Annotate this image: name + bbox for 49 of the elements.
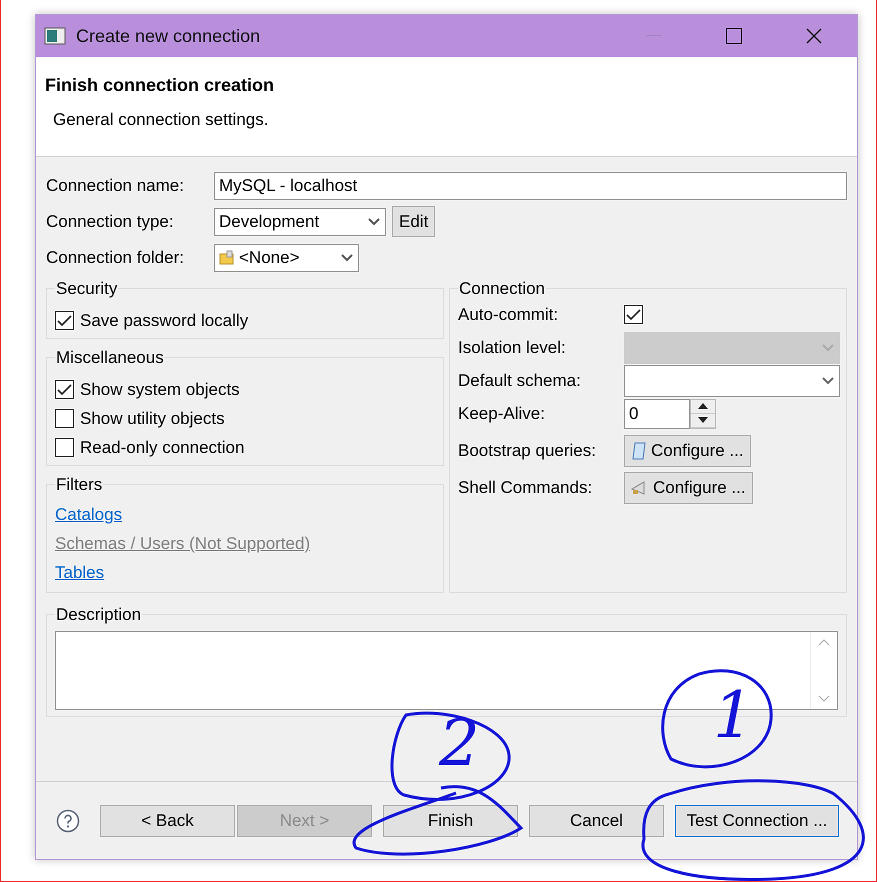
folder-icon [219, 250, 235, 266]
dialog-button[interactable]: Test Connection ... [675, 804, 839, 836]
configure-button[interactable]: Configure ... [624, 472, 753, 504]
close-icon [806, 28, 822, 44]
field-label: Connection folder: [46, 248, 185, 268]
configure-button[interactable]: Configure ... [624, 434, 751, 466]
field-label: Shell Commands: [458, 478, 594, 498]
checkbox-label: Save password locally [80, 310, 248, 330]
dialog-button[interactable]: < Back [100, 804, 235, 836]
filter-link[interactable]: Catalogs [55, 505, 122, 528]
field-label: Auto-commit: [458, 304, 560, 324]
annotation-number: 1 [713, 684, 754, 748]
dialog-button[interactable]: Cancel [529, 804, 664, 836]
filter-link[interactable]: Tables [55, 563, 104, 586]
dialog-button[interactable]: Finish [383, 804, 518, 836]
checkmark-icon [57, 384, 72, 396]
maximize-icon [726, 28, 742, 44]
window-title: Create new connection [76, 26, 262, 46]
checkbox[interactable] [55, 311, 74, 330]
down-arrow-icon [698, 417, 708, 423]
field-label: Bootstrap queries: [458, 440, 597, 460]
checkbox-label: Read-only connection [80, 438, 244, 458]
field-label: Default schema: [458, 370, 582, 390]
connection-name-field[interactable]: MySQL - localhost [214, 172, 847, 200]
checkbox-label: Show system objects [80, 380, 240, 400]
checkbox[interactable] [55, 438, 74, 457]
field-label: Keep-Alive: [458, 404, 546, 424]
checkmark-icon [626, 308, 641, 320]
checkbox[interactable] [55, 409, 74, 428]
up-arrow-icon [698, 403, 708, 409]
checkbox-label: Show utility objects [80, 408, 225, 428]
checkbox[interactable] [55, 380, 74, 399]
dropdown-field[interactable] [624, 364, 840, 396]
keep-alive-field[interactable]: 0 [624, 398, 690, 428]
field-label: Connection type: [46, 212, 175, 232]
folder-select[interactable]: <None> [214, 244, 359, 272]
page-title: Finish connection creation [45, 75, 276, 96]
page-subtitle: General connection settings. [52, 110, 270, 130]
connection-type-select[interactable]: Development [214, 208, 386, 236]
checkmark-icon [57, 314, 72, 326]
help-icon[interactable] [56, 808, 80, 832]
scroll-icon [631, 442, 647, 460]
checkbox[interactable] [624, 305, 643, 324]
edit-button[interactable]: Edit [392, 206, 436, 237]
group-title: Security [55, 279, 118, 299]
app-icon [44, 27, 66, 45]
group-title: Description [55, 605, 142, 625]
field-label: Connection name: [46, 176, 185, 196]
field-label: Isolation level: [458, 338, 567, 358]
